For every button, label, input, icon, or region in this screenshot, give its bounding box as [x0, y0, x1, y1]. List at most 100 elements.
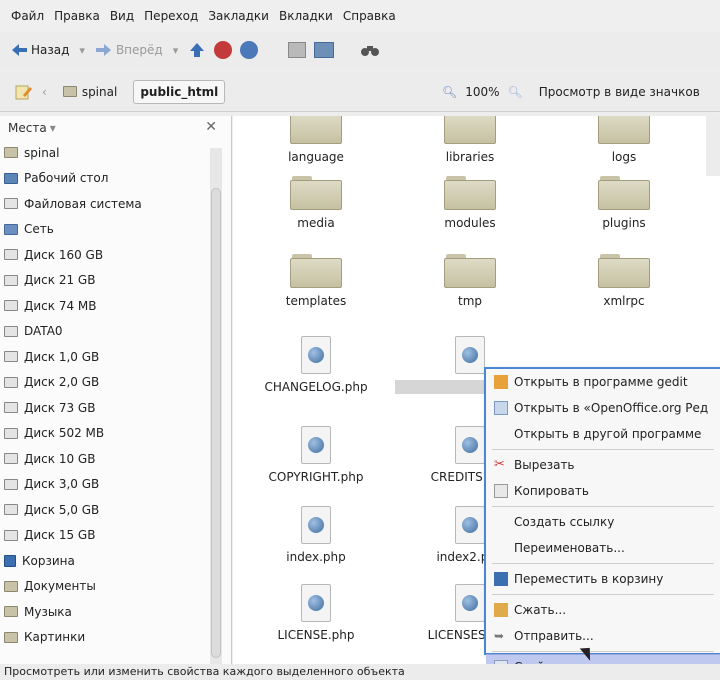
sidebar-item-label: Диск 15 GB	[24, 528, 96, 543]
view-mode-select[interactable]: Просмотр в виде значков	[539, 85, 700, 99]
reload-icon[interactable]	[240, 41, 259, 59]
gedit-icon	[494, 375, 508, 389]
up-arrow-icon[interactable]	[188, 41, 206, 59]
file-item[interactable]: LICENSE.php	[241, 584, 391, 642]
menu-separator	[492, 449, 714, 450]
folder-icon	[4, 631, 18, 643]
sidebar-item[interactable]: Диск 73 GB	[0, 395, 231, 421]
sidebar-item[interactable]: Документы	[0, 574, 231, 600]
sidebar-item[interactable]: Картинки	[0, 625, 231, 651]
menu-open-other[interactable]: Открыть в другой программе	[486, 421, 720, 447]
sidebar-item[interactable]: Файловая система	[0, 191, 231, 217]
back-dropdown-icon[interactable]: ▾	[79, 44, 85, 57]
sidebar-item[interactable]: Корзина	[0, 548, 231, 574]
drive-icon	[4, 478, 18, 490]
sidebar-item[interactable]: Диск 3,0 GB	[0, 472, 231, 498]
file-name: index.php	[286, 550, 346, 564]
folder-item[interactable]: libraries	[395, 116, 545, 164]
file-item[interactable]: index.php	[241, 506, 391, 564]
close-icon[interactable]: ✕	[205, 119, 217, 135]
zoom-out-icon[interactable]: 🔍︎	[442, 85, 457, 99]
folder-item[interactable]: tmp	[395, 254, 545, 308]
sidebar-item[interactable]: Диск 74 MB	[0, 293, 231, 319]
sidebar-item-label: Музыка	[24, 604, 72, 619]
sidebar-item[interactable]: Диск 160 GB	[0, 242, 231, 268]
menu-compress[interactable]: Сжать...	[486, 597, 720, 623]
edit-location-icon[interactable]	[14, 83, 32, 101]
sidebar-item[interactable]: Сеть	[0, 217, 231, 243]
file-name: xmlrpc	[603, 294, 645, 308]
menu-view[interactable]: Вид	[105, 9, 139, 23]
sidebar-item-label: Рабочий стол	[24, 171, 109, 186]
menu-go[interactable]: Переход	[139, 9, 203, 23]
forward-dropdown-icon[interactable]: ▾	[173, 44, 179, 57]
computer-icon[interactable]	[314, 42, 335, 58]
back-button[interactable]: Назад	[10, 43, 69, 57]
menu-help[interactable]: Справка	[338, 9, 401, 23]
sidebar-item[interactable]: DATA0	[0, 319, 231, 345]
sidebar-item-label: Картинки	[24, 630, 86, 645]
menu-send-to[interactable]: ➥ Отправить...	[486, 623, 720, 649]
places-list: spinal Рабочий стол Файловая система Сеть Ди…	[0, 140, 231, 650]
folder-item[interactable]: xmlrpc	[549, 254, 699, 308]
sidebar-scroll-thumb[interactable]	[211, 188, 221, 658]
menu-open-openoffice-label: Открыть в «OpenOffice.org Ред	[514, 401, 709, 415]
folder-item[interactable]: language	[241, 116, 391, 164]
sidebar-item[interactable]: Музыка	[0, 599, 231, 625]
folder-item[interactable]: modules	[395, 176, 545, 230]
sidebar-item-label: DATA0	[24, 324, 63, 339]
menu-file[interactable]: Файл	[6, 9, 49, 23]
drive-icon	[4, 300, 18, 312]
menu-copy[interactable]: Копировать	[486, 478, 720, 504]
php-file-icon	[301, 584, 331, 622]
folder-item[interactable]: templates	[241, 254, 391, 308]
crumb-spinal[interactable]: spinal	[57, 81, 124, 103]
folder-icon	[444, 176, 496, 210]
menu-cut[interactable]: ✂ Вырезать	[486, 452, 720, 478]
drive-icon	[4, 198, 18, 210]
sidebar-item-label: Диск 5,0 GB	[24, 502, 100, 517]
folder-icon	[4, 580, 18, 592]
stop-icon[interactable]	[214, 41, 233, 59]
folder-item[interactable]: logs	[549, 116, 699, 164]
file-name: LICENSE.php	[277, 628, 355, 642]
sidebar-header[interactable]: Места ▾ ✕	[0, 116, 231, 140]
folder-item[interactable]: media	[241, 176, 391, 230]
menu-make-link[interactable]: Создать ссылку	[486, 509, 720, 535]
search-binoculars-icon[interactable]	[360, 42, 380, 58]
menu-open-openoffice[interactable]: Открыть в «OpenOffice.org Ред	[486, 395, 720, 421]
menu-bookmarks[interactable]: Закладки	[203, 9, 274, 23]
sidebar-scrollbar[interactable]	[210, 148, 222, 664]
sidebar-item[interactable]: Диск 502 MB	[0, 421, 231, 447]
menu-tabs[interactable]: Вкладки	[274, 9, 338, 23]
zoom-level[interactable]: 100%	[465, 85, 499, 99]
home-icon[interactable]	[288, 42, 307, 58]
sidebar-item[interactable]: Диск 10 GB	[0, 446, 231, 472]
folder-icon	[444, 254, 496, 288]
sidebar-item[interactable]: Диск 2,0 GB	[0, 370, 231, 396]
file-item[interactable]: COPYRIGHT.php	[241, 426, 391, 484]
menu-rename[interactable]: Переименовать...	[486, 535, 720, 561]
sidebar-item[interactable]: spinal	[0, 140, 231, 166]
sidebar-item[interactable]: Диск 21 GB	[0, 268, 231, 294]
menu-move-to-trash[interactable]: Переместить в корзину	[486, 566, 720, 592]
folder-item[interactable]: plugins	[549, 176, 699, 230]
menu-open-gedit[interactable]: Открыть в программе gedit	[486, 369, 720, 395]
sidebar-item[interactable]: Диск 5,0 GB	[0, 497, 231, 523]
file-item[interactable]: CHANGELOG.php	[241, 336, 391, 394]
menu-edit[interactable]: Правка	[49, 9, 105, 23]
file-name: media	[297, 216, 335, 230]
crumb-left-arrow-icon[interactable]: ‹	[42, 85, 47, 99]
sidebar-item[interactable]: Диск 1,0 GB	[0, 344, 231, 370]
zoom-in-icon[interactable]: 🔍︎	[508, 85, 523, 99]
main-scrollbar[interactable]	[706, 116, 720, 176]
sidebar-item[interactable]: Диск 15 GB	[0, 523, 231, 549]
copy-icon	[494, 484, 508, 498]
sidebar-item-label: Диск 73 GB	[24, 400, 96, 415]
sidebar-item[interactable]: Рабочий стол	[0, 166, 231, 192]
forward-button[interactable]: Вперёд	[95, 43, 163, 57]
folder-icon	[444, 116, 496, 144]
back-arrow-icon	[12, 44, 27, 56]
folder-icon	[598, 176, 650, 210]
crumb-public-html[interactable]: public_html	[133, 79, 226, 104]
